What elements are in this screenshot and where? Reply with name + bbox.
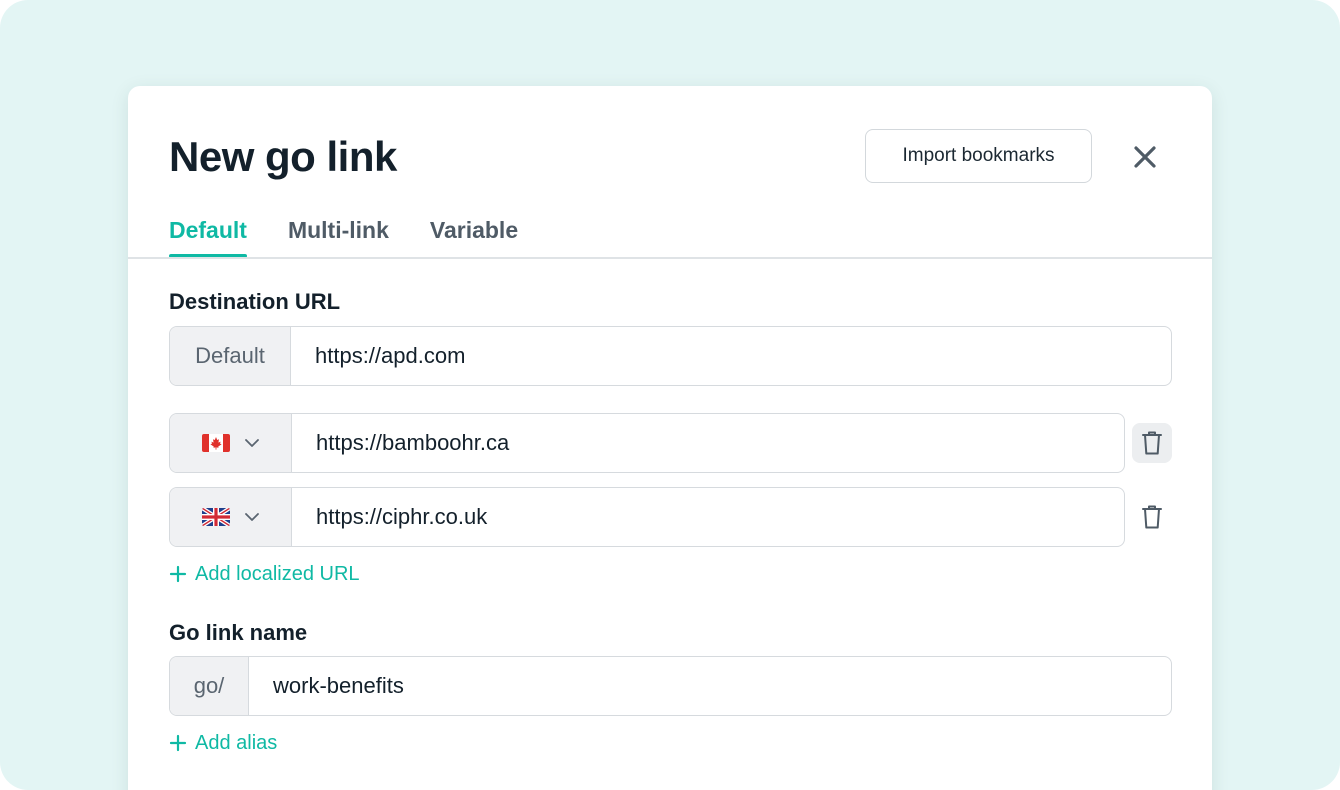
locale-select-canada[interactable] bbox=[170, 414, 292, 472]
tabs-divider bbox=[128, 257, 1212, 259]
link-type-tabs: Default Multi-link Variable bbox=[169, 214, 559, 258]
add-localized-url-label: Add localized URL bbox=[195, 563, 360, 585]
dialog-title: New go link bbox=[169, 133, 397, 180]
go-link-name-input[interactable]: work-benefits bbox=[249, 657, 1171, 715]
localized-url-input[interactable]: https://ciphr.co.uk bbox=[292, 488, 1124, 546]
trash-icon bbox=[1142, 505, 1162, 529]
locale-select-uk[interactable] bbox=[170, 488, 292, 546]
chevron-down-icon bbox=[244, 439, 259, 447]
default-url-addon: Default bbox=[170, 327, 291, 385]
localized-url-field: https://ciphr.co.uk bbox=[169, 487, 1125, 547]
add-alias-label: Add alias bbox=[195, 732, 278, 754]
canada-flag-icon bbox=[201, 434, 230, 452]
page-backdrop: New go link Import bookmarks Default Mul… bbox=[0, 0, 1340, 790]
go-link-prefix: go/ bbox=[170, 657, 249, 715]
default-url-input[interactable]: https://apd.com bbox=[291, 327, 1171, 385]
uk-flag-icon bbox=[201, 508, 230, 526]
tab-variable[interactable]: Variable bbox=[430, 214, 518, 258]
delete-localized-url-button[interactable] bbox=[1132, 497, 1172, 537]
close-icon bbox=[1134, 146, 1156, 168]
delete-localized-url-button[interactable] bbox=[1132, 423, 1172, 463]
tab-default[interactable]: Default bbox=[169, 214, 247, 258]
plus-icon bbox=[169, 565, 187, 583]
destination-url-label: Destination URL bbox=[169, 289, 341, 314]
add-alias-link[interactable]: Add alias bbox=[169, 730, 277, 756]
go-link-name-field: go/ work-benefits bbox=[169, 656, 1172, 716]
chevron-down-icon bbox=[244, 513, 259, 521]
trash-icon bbox=[1142, 431, 1162, 455]
go-link-name-label: Go link name bbox=[169, 620, 308, 645]
tab-multi-link[interactable]: Multi-link bbox=[288, 214, 389, 258]
close-button[interactable] bbox=[1128, 140, 1162, 174]
localized-url-input[interactable]: https://bamboohr.ca bbox=[292, 414, 1124, 472]
add-localized-url-link[interactable]: Add localized URL bbox=[169, 561, 360, 587]
default-url-field: Default https://apd.com bbox=[169, 326, 1172, 386]
import-bookmarks-button[interactable]: Import bookmarks bbox=[865, 129, 1092, 183]
plus-icon bbox=[169, 734, 187, 752]
localized-url-field: https://bamboohr.ca bbox=[169, 413, 1125, 473]
new-go-link-dialog: New go link Import bookmarks Default Mul… bbox=[128, 86, 1212, 790]
